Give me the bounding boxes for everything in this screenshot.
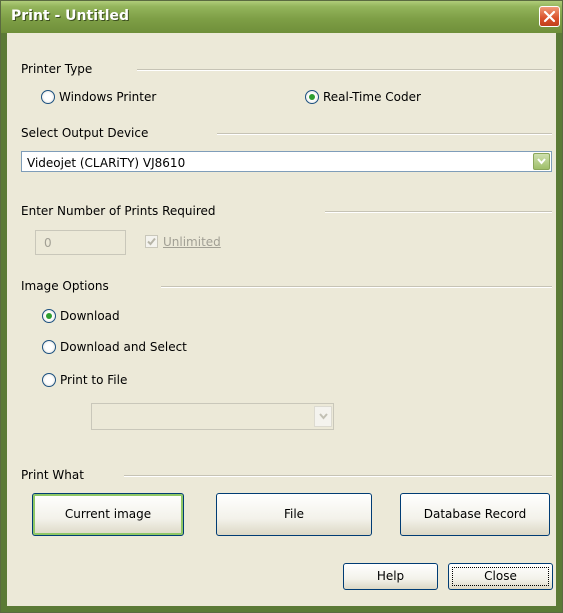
help-button[interactable]: Help <box>343 563 438 590</box>
divider <box>217 133 552 135</box>
windows-printer-radio[interactable] <box>41 90 55 104</box>
output-device-value: Videojet (CLARiTY) VJ8610 <box>27 156 186 170</box>
unlimited-label: Unlimited <box>163 235 221 249</box>
file-button[interactable]: File <box>216 493 372 536</box>
download-and-select-label: Download and Select <box>60 340 187 354</box>
divider <box>124 475 552 477</box>
prints-count-value: 0 <box>44 236 52 250</box>
print-dialog: Print - Untitled Printer Type Windows Pr… <box>0 0 563 613</box>
divider <box>137 69 552 71</box>
download-label: Download <box>60 309 120 323</box>
close-button[interactable]: Close <box>448 563 553 590</box>
output-device-dropdown-button[interactable] <box>533 153 550 170</box>
printer-type-label: Printer Type <box>21 62 93 76</box>
close-icon <box>543 10 556 23</box>
window-close-button[interactable] <box>539 6 560 27</box>
real-time-coder-radio[interactable] <box>305 90 319 104</box>
print-to-file-radio[interactable] <box>42 373 56 387</box>
image-options-label: Image Options <box>21 279 109 293</box>
prints-required-label: Enter Number of Prints Required <box>21 204 216 218</box>
current-image-button[interactable]: Current image <box>32 493 184 536</box>
print-to-file-label: Print to File <box>60 373 128 387</box>
title-bar[interactable]: Print - Untitled <box>1 1 562 33</box>
unlimited-checkbox[interactable] <box>145 235 158 248</box>
window-title: Print - Untitled <box>11 8 130 24</box>
download-radio[interactable] <box>42 309 56 323</box>
divider <box>161 286 552 288</box>
chevron-down-icon <box>537 158 546 165</box>
print-to-file-select[interactable] <box>91 403 334 430</box>
output-device-label: Select Output Device <box>21 126 149 140</box>
print-what-label: Print What <box>21 468 84 482</box>
real-time-coder-label: Real-Time Coder <box>323 90 421 104</box>
prints-count-input[interactable]: 0 <box>35 230 126 255</box>
dialog-body: Printer Type Windows Printer Real-Time C… <box>7 33 556 606</box>
checkmark-icon <box>147 237 156 246</box>
database-record-button[interactable]: Database Record <box>400 493 550 536</box>
download-and-select-radio[interactable] <box>42 340 56 354</box>
print-to-file-dropdown-button[interactable] <box>314 406 332 427</box>
divider <box>325 211 552 213</box>
chevron-down-icon <box>319 413 328 420</box>
windows-printer-label: Windows Printer <box>59 90 157 104</box>
output-device-select[interactable]: Videojet (CLARiTY) VJ8610 <box>21 151 552 172</box>
